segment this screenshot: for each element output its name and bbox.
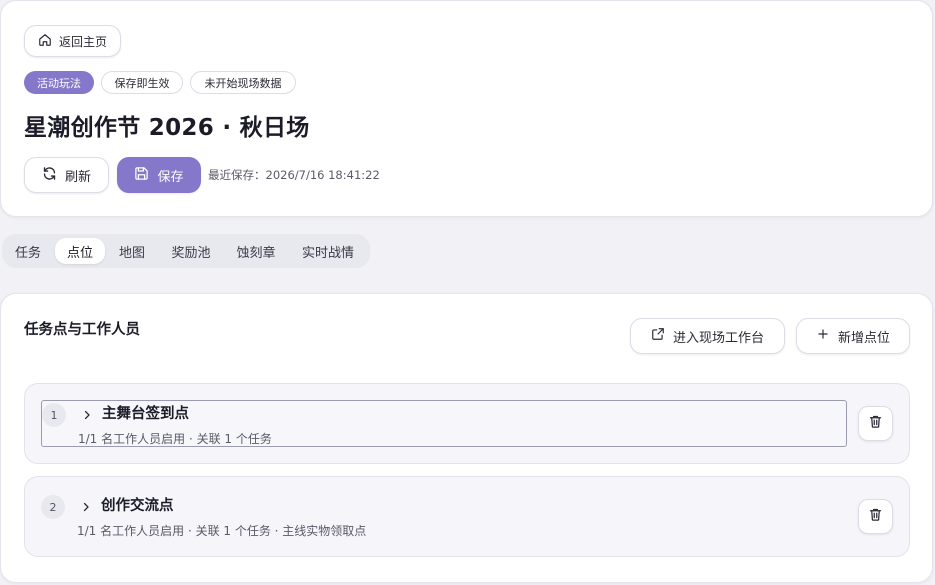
save-label: 保存 <box>157 169 184 185</box>
refresh-button[interactable]: 刷新 <box>24 157 109 193</box>
point-description: 1/1 名工作人员启用 · 关联 1 个任务 · 主线实物领取点 <box>77 524 367 538</box>
point-item: 1 主舞台签到点 1/1 名工作人员启用 · 关联 1 个任务 <box>24 383 910 464</box>
chevron-right-icon <box>81 406 93 425</box>
point-description: 1/1 名工作人员启用 · 关联 1 个任务 <box>78 432 272 446</box>
plus-icon <box>816 327 830 345</box>
add-point-button[interactable]: 新增点位 <box>796 318 910 354</box>
refresh-label: 刷新 <box>64 169 91 185</box>
point-name: 创作交流点 <box>101 498 174 514</box>
tag-save-effective: 保存即生效 <box>101 71 183 94</box>
tag-no-live-data: 未开始现场数据 <box>190 71 296 94</box>
point-item: 2 创作交流点 1/1 名工作人员启用 · 关联 1 个任务 · 主线实物领取点 <box>24 476 910 557</box>
back-home-label: 返回主页 <box>58 34 107 49</box>
delete-point-button[interactable] <box>858 499 893 534</box>
tag-activity-play: 活动玩法 <box>24 71 94 94</box>
enter-workspace-button[interactable]: 进入现场工作台 <box>630 318 785 354</box>
enter-workspace-label: 进入现场工作台 <box>672 330 764 346</box>
save-button[interactable]: 保存 <box>117 157 201 193</box>
last-saved-timestamp: 最近保存：2026/7/16 18:41:22 <box>208 168 380 182</box>
point-header-toggle[interactable]: 1 主舞台签到点 1/1 名工作人员启用 · 关联 1 个任务 <box>41 400 847 447</box>
tab-points[interactable]: 点位 <box>55 238 105 264</box>
tab-bar: 任务 点位 地图 奖励池 蚀刻章 实时战情 <box>2 234 370 268</box>
trash-icon <box>868 414 883 433</box>
page-title: 星潮创作节 2026 · 秋日场 <box>24 115 310 141</box>
refresh-icon <box>42 166 57 185</box>
point-index-badge: 1 <box>42 403 66 427</box>
tab-etched-badge[interactable]: 蚀刻章 <box>225 238 287 264</box>
section-title: 任务点与工作人员 <box>24 322 140 338</box>
home-icon <box>38 33 52 50</box>
point-name: 主舞台签到点 <box>102 406 189 422</box>
external-link-icon <box>651 327 665 345</box>
tab-map[interactable]: 地图 <box>108 238 156 264</box>
chevron-right-icon <box>80 498 92 517</box>
delete-point-button[interactable] <box>858 406 893 441</box>
save-icon <box>134 166 149 185</box>
trash-icon <box>868 507 883 526</box>
point-header-toggle[interactable]: 2 创作交流点 1/1 名工作人员启用 · 关联 1 个任务 · 主线实物领取点 <box>41 493 847 540</box>
tab-tasks[interactable]: 任务 <box>4 238 52 264</box>
tab-live-status[interactable]: 实时战情 <box>290 238 366 264</box>
add-point-label: 新增点位 <box>837 330 890 346</box>
tab-reward-pool[interactable]: 奖励池 <box>160 238 222 264</box>
back-home-button[interactable]: 返回主页 <box>24 25 121 57</box>
point-index-badge: 2 <box>41 495 65 519</box>
